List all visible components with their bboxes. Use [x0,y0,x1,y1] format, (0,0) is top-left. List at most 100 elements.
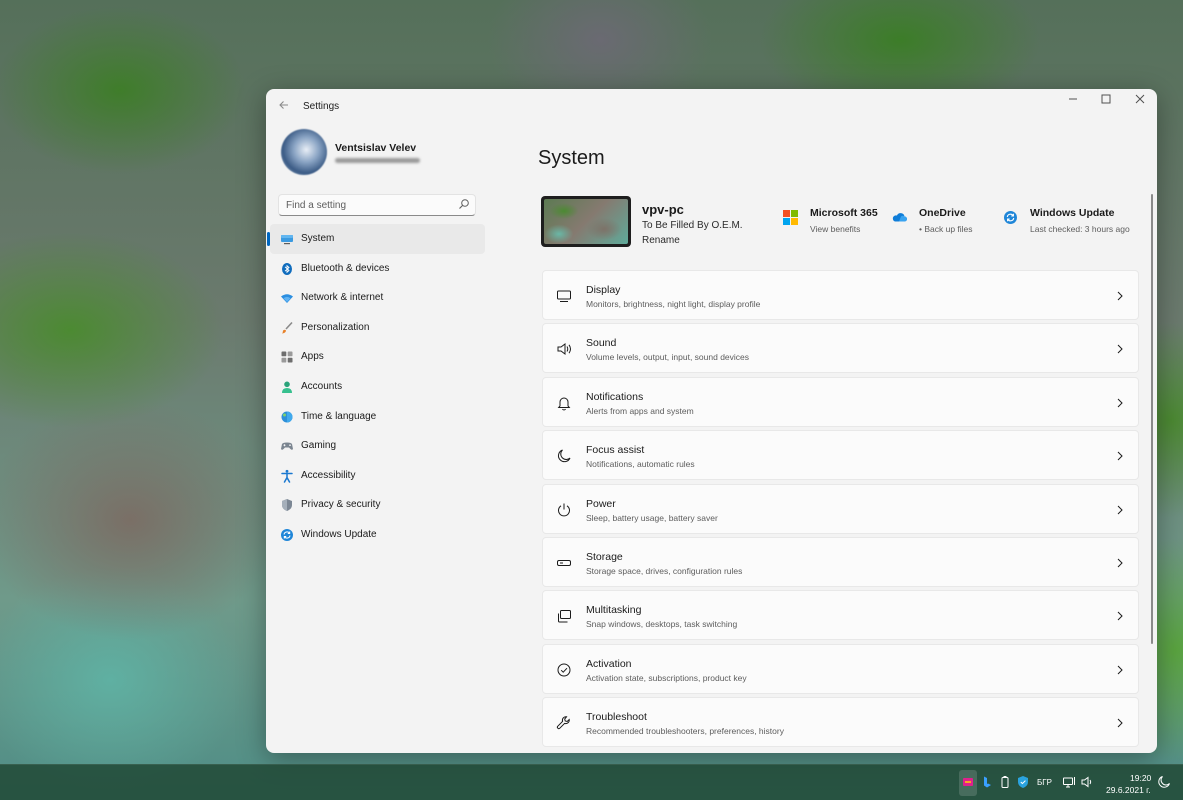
page-title: System [538,147,605,169]
sidebar-nav: System Bluetooth & devices Network & int… [266,224,491,550]
user-email-redacted [335,158,420,163]
volume-icon[interactable] [1080,775,1094,789]
maximize-icon [1101,94,1111,104]
microsoft-365-title: Microsoft 365 [810,207,878,219]
card-activation[interactable]: Activation Activation state, subscriptio… [542,643,1139,694]
card-troubleshoot[interactable]: Troubleshoot Recommended troubleshooters… [542,697,1139,748]
clock-date[interactable]: 29.6.2021 г. [1106,785,1151,795]
app-tray-icon[interactable] [961,775,975,789]
card-notifications[interactable]: Notifications Alerts from apps and syste… [542,376,1139,427]
sidebar-item-system[interactable]: System [267,224,485,254]
user-name: Ventsislav Velev [335,142,417,154]
sidebar-item-bluetooth[interactable]: Bluetooth & devices [270,254,485,284]
chevron-right-icon [1117,558,1123,568]
settings-window: Settings Ventsislav Velev System [266,89,1157,753]
card-sound[interactable]: Sound Volume levels, output, input, soun… [542,323,1139,374]
sidebar-item-label: Accounts [301,380,343,392]
shield-icon [282,499,292,512]
card-title: Multitasking [586,604,642,617]
gamepad-icon [281,442,293,450]
chevron-right-icon [1117,451,1123,461]
card-subtitle: Volume levels, output, input, sound devi… [586,352,750,363]
language-indicator[interactable]: БГР [1037,778,1052,787]
title-bar[interactable]: Settings [266,89,1157,125]
card-multitasking[interactable]: Multitasking Snap windows, desktops, tas… [542,590,1139,641]
scrollbar[interactable] [1151,194,1153,644]
sidebar-item-accessibility[interactable]: Accessibility [270,461,485,491]
device-thumbnail [541,196,631,247]
card-subtitle: Storage space, drives, configuration rul… [586,565,743,576]
close-icon [1135,94,1145,104]
card-focus-assist[interactable]: Focus assist Notifications, automatic ru… [542,430,1139,481]
storage-icon [557,559,571,566]
card-title: Power [586,497,616,510]
microsoft-365-subtitle: View benefits [810,224,861,234]
sidebar-item-label: Apps [301,351,324,363]
sidebar-item-personalization[interactable]: Personalization [270,313,485,343]
card-power[interactable]: Power Sleep, battery usage, battery save… [542,483,1139,534]
sidebar-item-privacy-security[interactable]: Privacy & security [270,490,485,520]
card-display[interactable]: Display Monitors, brightness, night ligh… [542,270,1139,320]
sidebar-item-accounts[interactable]: Accounts [270,372,485,402]
sidebar-item-apps[interactable]: Apps [270,342,485,372]
app-title: Settings [303,101,340,112]
check-circle-icon [557,663,571,677]
search-input[interactable] [279,195,455,215]
windows-update-title: Windows Update [1030,207,1115,219]
card-title: Focus assist [586,444,645,457]
card-subtitle: Monitors, brightness, night light, displ… [586,299,761,309]
sidebar-item-label: System [301,233,335,244]
card-title: Storage [586,550,623,563]
maximize-button[interactable] [1089,89,1123,113]
update-icon [1004,211,1017,224]
person-icon [282,381,292,393]
card-title: Display [586,284,621,296]
battery-icon[interactable] [998,775,1012,789]
chevron-right-icon [1117,505,1123,514]
sidebar-item-label: Bluetooth & devices [301,262,390,274]
sidebar-item-windows-update[interactable]: Windows Update [270,520,485,550]
back-button[interactable] [276,99,292,115]
multitasking-icon [558,610,571,623]
chevron-right-icon [1117,345,1123,354]
rename-link[interactable]: Rename [642,235,680,246]
card-subtitle: Activation state, subscriptions, product… [586,672,747,683]
bing-icon[interactable] [980,775,994,789]
security-shield-icon[interactable] [1016,775,1030,789]
close-button[interactable] [1123,89,1157,113]
sidebar-item-label: Network & internet [301,292,384,304]
sidebar-item-label: Gaming [301,440,337,452]
card-subtitle: Notifications, automatic rules [586,459,695,470]
chevron-right-icon [1117,718,1123,728]
onedrive-subtitle: • Back up files [919,224,973,234]
clock-time[interactable]: 19:20 [1130,773,1151,783]
display-icon [557,290,571,302]
search-box[interactable] [278,194,476,216]
sidebar-item-label: Windows Update [301,528,377,540]
sidebar-item-time-language[interactable]: Time & language [270,402,485,432]
network-icon[interactable] [1062,775,1076,789]
card-subtitle: Snap windows, desktops, task switching [586,619,738,630]
globe-clock-icon [281,411,293,423]
device-model: To Be Filled By O.E.M. [642,220,743,231]
card-title: Notifications [586,390,644,403]
sidebar-item-label: Time & language [301,410,377,422]
brush-icon [282,321,293,334]
chevron-right-icon [1117,665,1123,675]
apps-icon [281,351,293,363]
sidebar-item-network[interactable]: Network & internet [270,283,485,313]
sidebar-item-label: Accessibility [301,469,356,481]
minimize-button[interactable] [1056,89,1090,113]
focus-moon-icon[interactable] [1157,775,1171,789]
minimize-icon [1069,98,1077,100]
card-storage[interactable]: Storage Storage space, drives, configura… [542,536,1139,587]
sidebar-item-label: Privacy & security [301,499,381,511]
card-subtitle: Recommended troubleshooters, preferences… [586,726,784,737]
speaker-icon [557,343,571,356]
search-icon[interactable] [458,198,470,210]
windows-update-subtitle: Last checked: 3 hours ago [1030,224,1130,234]
card-subtitle: Sleep, battery usage, battery saver [586,512,718,523]
avatar[interactable] [281,129,327,175]
settings-list: Display Monitors, brightness, night ligh… [542,270,1139,751]
sidebar-item-gaming[interactable]: Gaming [270,431,485,461]
